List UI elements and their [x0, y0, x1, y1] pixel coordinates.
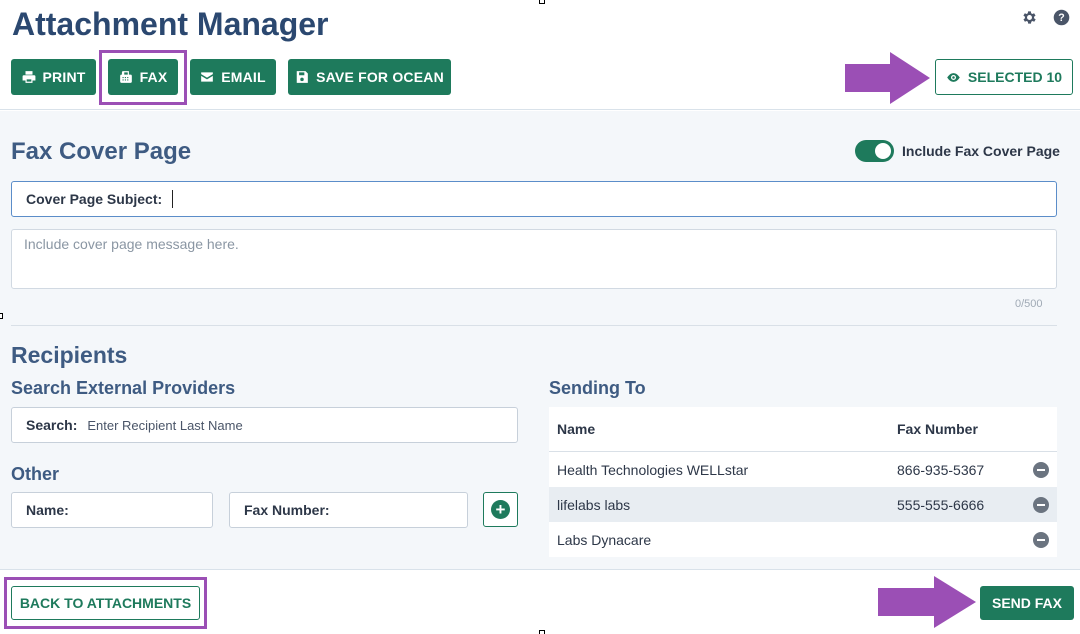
- cover-message-textarea[interactable]: Include cover page message here.: [11, 229, 1057, 289]
- send-fax-button[interactable]: SEND FAX: [980, 586, 1074, 620]
- other-name-label: Name:: [26, 502, 69, 518]
- table-row: lifelabs labs 555-555-6666: [549, 487, 1057, 522]
- save-icon: [296, 71, 308, 83]
- plus-icon: +: [491, 500, 510, 519]
- gear-icon[interactable]: [1020, 8, 1038, 26]
- save-for-ocean-label: SAVE FOR OCEAN: [316, 69, 444, 85]
- back-label: BACK TO ATTACHMENTS: [19, 595, 192, 611]
- save-for-ocean-button[interactable]: SAVE FOR OCEAN: [288, 59, 451, 95]
- print-button[interactable]: PRINT: [11, 59, 96, 95]
- back-to-attachments-button[interactable]: BACK TO ATTACHMENTS: [11, 586, 200, 620]
- recipients-title: Recipients: [11, 342, 128, 368]
- fax-button[interactable]: FAX: [108, 59, 178, 95]
- printer-icon: [22, 71, 35, 83]
- table-header: Name Fax Number: [549, 407, 1057, 452]
- email-label: EMAIL: [221, 69, 266, 85]
- col-fax-header: Fax Number: [897, 421, 978, 437]
- cover-subject-field[interactable]: Cover Page Subject:: [11, 181, 1057, 217]
- edge-marker: [0, 313, 3, 319]
- page-title: Attachment Manager: [12, 6, 329, 42]
- cover-message-placeholder: Include cover page message here.: [24, 236, 239, 252]
- fax-icon: [119, 71, 132, 83]
- other-fax-label: Fax Number:: [244, 502, 330, 518]
- help-icon[interactable]: ?: [1052, 8, 1070, 26]
- envelope-icon: [201, 72, 214, 82]
- row-fax: 866-935-5367: [897, 461, 985, 478]
- print-label: PRINT: [42, 69, 86, 85]
- cover-subject-label: Cover Page Subject:: [26, 191, 163, 207]
- sending-to-table: Name Fax Number Health Technologies WELL…: [549, 407, 1057, 557]
- search-input[interactable]: Search: Enter Recipient Last Name: [11, 407, 518, 443]
- table-row: Health Technologies WELLstar 866-935-536…: [549, 452, 1057, 487]
- other-fax-field[interactable]: Fax Number:: [229, 492, 468, 528]
- section-divider: [11, 325, 1057, 326]
- row-fax: 555-555-6666: [897, 496, 985, 513]
- text-caret: [172, 190, 174, 208]
- remove-icon[interactable]: [1033, 531, 1049, 548]
- include-cover-label: Include Fax Cover Page: [902, 143, 1060, 159]
- other-name-field[interactable]: Name:: [11, 492, 213, 528]
- edge-marker: [539, 630, 545, 634]
- row-name: Health Technologies WELLstar: [557, 461, 749, 478]
- remove-icon[interactable]: [1033, 496, 1049, 513]
- arrow-pointer-icon: [845, 52, 930, 104]
- table-row: Labs Dynacare: [549, 522, 1057, 557]
- row-name: lifelabs labs: [557, 496, 631, 513]
- fax-cover-title: Fax Cover Page: [11, 138, 192, 165]
- arrow-pointer-icon: [878, 576, 976, 628]
- send-label: SEND FAX: [991, 595, 1062, 611]
- include-cover-toggle[interactable]: [855, 140, 894, 162]
- char-counter: 0/500: [1015, 298, 1043, 310]
- fax-label: FAX: [139, 69, 168, 85]
- search-label: Search:: [26, 417, 78, 433]
- include-cover-toggle-row: Include Fax Cover Page: [855, 140, 1060, 162]
- edge-marker: [539, 0, 545, 4]
- other-title: Other: [11, 464, 60, 484]
- selected-count-label: SELECTED 10: [967, 69, 1063, 85]
- remove-icon[interactable]: [1033, 461, 1049, 478]
- selected-count-button[interactable]: SELECTED 10: [935, 59, 1073, 95]
- row-name: Labs Dynacare: [557, 531, 652, 548]
- search-placeholder: Enter Recipient Last Name: [87, 417, 243, 433]
- sending-to-title: Sending To: [549, 378, 646, 398]
- email-button[interactable]: EMAIL: [190, 59, 276, 95]
- col-name-header: Name: [557, 421, 596, 437]
- header-icons: ?: [1020, 8, 1070, 26]
- add-recipient-button[interactable]: +: [483, 492, 518, 527]
- svg-text:?: ?: [1058, 12, 1064, 24]
- eye-icon: [947, 72, 960, 82]
- search-providers-title: Search External Providers: [11, 378, 236, 398]
